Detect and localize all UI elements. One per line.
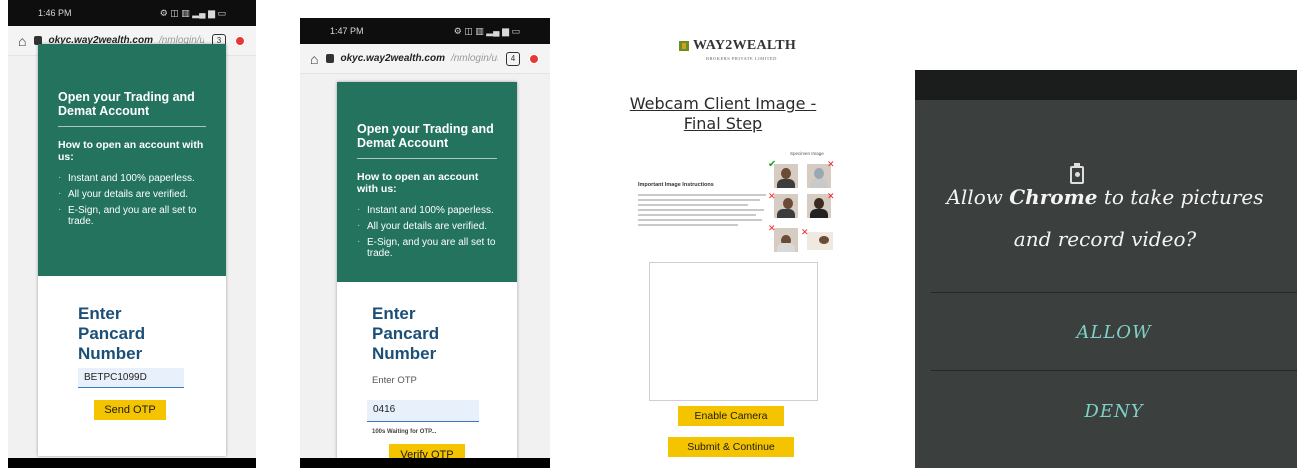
instruction-line [638,199,760,201]
card-heading: Open your Trading and Demat Account [357,122,497,159]
status-bar: 1:46 PM ⚙ ◫ ▥ ▂▄ ▆ ▭ [8,0,256,26]
allow-button[interactable]: ALLOW [931,294,1297,370]
otp-label: Enter OTP [372,375,417,386]
camera-preview [649,262,818,401]
pan-title: Enter Pancard Number [78,304,146,363]
status-time: 1:46 PM [38,8,72,18]
permission-question: Allow Chrome to take pictures and record… [935,176,1275,260]
record-icon[interactable] [234,34,246,47]
instruction-line [638,224,738,226]
question-app-name: Chrome [1009,185,1098,209]
webcam-capture-page: WAY2WEALTH BROKERS PRIVATE LIMITED Webca… [594,36,858,468]
home-icon[interactable]: ⌂ [310,51,318,67]
pan-input[interactable]: BETPC1099D [78,368,184,388]
instruction-line [638,219,762,221]
cross-icon: ✕ [768,223,776,233]
enable-camera-button[interactable]: Enable Camera [678,406,784,426]
divider [931,292,1297,293]
status-icons: ⚙ ◫ ▥ ▂▄ ▆ ▭ [453,25,520,36]
cross-icon: ✕ [827,191,835,201]
question-prefix: Allow [946,185,1010,209]
brand-name: WAY2WEALTH [693,38,797,53]
benefit-list: Instant and 100% paperless. All your det… [357,204,497,259]
card-subheading: How to open an account with us: [58,139,204,163]
check-icon: ✔ [768,159,777,170]
nav-bar [300,458,550,468]
instruction-line [638,209,764,211]
card-heading: Open your Trading and Demat Account [58,90,206,127]
page-title: Webcam Client Image - Final Step [629,94,817,133]
dialog-backdrop-strip [915,70,1297,100]
record-icon[interactable] [528,52,540,65]
specimen-photo-side [774,194,798,218]
benefit-item: E-Sign, and you are all set to trade. [58,204,206,227]
camera-permission-dialog: Allow Chrome to take pictures and record… [915,70,1297,468]
info-panel: Open your Trading and Demat Account How … [337,82,517,282]
specimen-label: Specimen Image [790,151,824,156]
page-body: Open your Trading and Demat Account How … [300,74,550,468]
nav-bar [8,458,256,468]
benefit-list: Instant and 100% paperless. All your det… [58,172,206,227]
status-time: 1:47 PM [330,26,364,36]
pan-title: Enter Pancard Number [372,304,440,363]
benefit-item: All your details are verified. [58,188,206,200]
lock-icon [326,54,335,63]
cross-icon: ✕ [801,227,809,237]
card-subheading: How to open an account with us: [357,171,479,195]
url-path: /nmlogin/us [450,53,498,64]
benefit-item: Instant and 100% paperless. [357,204,497,216]
otp-timer: 100s Waiting for OTP... [372,429,437,435]
instruction-line [638,194,766,196]
send-otp-button[interactable]: Send OTP [94,400,166,420]
logo-icon [679,41,689,51]
otp-input[interactable]: 0416 [367,400,479,422]
status-icons: ⚙ ◫ ▥ ▂▄ ▆ ▭ [159,7,226,18]
phone-screen-otp-entry: 1:47 PM ⚙ ◫ ▥ ▂▄ ▆ ▭ ⌂ okyc.way2wealth.c… [300,18,550,468]
home-icon[interactable]: ⌂ [18,33,26,49]
submit-continue-button[interactable]: Submit & Continue [668,437,794,457]
benefit-item: Instant and 100% paperless. [58,172,206,184]
info-panel: Open your Trading and Demat Account How … [38,44,226,276]
signup-card: Open your Trading and Demat Account How … [38,44,226,456]
page-body: Open your Trading and Demat Account How … [8,44,256,468]
tabs-icon[interactable]: 4 [506,51,520,66]
instruction-line [638,214,756,216]
url-field[interactable]: okyc.way2wealth.com/nmlogin/us [326,47,498,70]
cross-icon: ✕ [827,159,835,169]
specimen-photo-lying [807,232,833,250]
url-domain: okyc.way2wealth.com [340,53,445,64]
status-bar: 1:47 PM ⚙ ◫ ▥ ▂▄ ▆ ▭ [300,18,550,44]
benefit-item: E-Sign, and you are all set to trade. [357,236,497,259]
instruction-line [638,204,748,206]
specimen-photo-correct [774,164,798,188]
instructions-heading: Important Image Instructions [638,182,714,188]
benefit-item: All your details are verified. [357,220,497,232]
brand-logo: WAY2WEALTH [679,38,796,54]
signup-card: Open your Trading and Demat Account How … [337,82,517,468]
deny-button[interactable]: DENY [931,372,1297,450]
browser-url-bar: ⌂ okyc.way2wealth.com/nmlogin/us 4 [300,44,550,74]
phone-screen-pan-entry: 1:46 PM ⚙ ◫ ▥ ▂▄ ▆ ▭ ⌂ okyc.way2wealth.c… [8,0,256,468]
divider [931,370,1297,371]
cross-icon: ✕ [768,191,776,201]
brand-subtitle: BROKERS PRIVATE LIMITED [706,56,777,61]
specimen-photo-tilted [774,228,798,252]
